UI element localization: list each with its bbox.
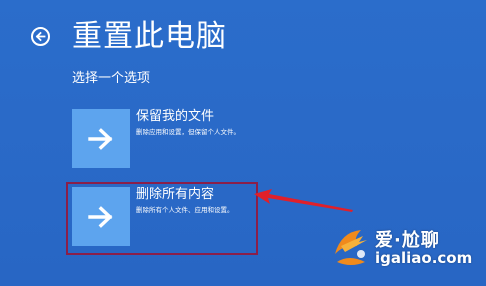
arrow-right-icon bbox=[88, 205, 113, 228]
remove-everything-description: 删除所有个人文件、应用和设置。 bbox=[136, 206, 234, 214]
keep-my-files-option[interactable]: 保留我的文件 删除应用和设置，但保留个人文件。 bbox=[72, 109, 240, 168]
red-pointer-arrow-icon bbox=[254, 189, 353, 212]
remove-everything-tile[interactable] bbox=[72, 187, 130, 246]
remove-everything-title: 删除所有内容 bbox=[136, 187, 215, 202]
remove-everything-option[interactable]: 删除所有内容 删除所有个人文件、应用和设置。 bbox=[72, 187, 234, 246]
watermark: 爱·尬聊 igaliao.com bbox=[331, 224, 481, 272]
choose-option-prompt: 选择一个选项 bbox=[72, 71, 151, 86]
page-title: 重置此电脑 bbox=[72, 19, 227, 54]
keep-my-files-title: 保留我的文件 bbox=[136, 109, 215, 124]
back-arrow-icon bbox=[35, 31, 46, 42]
watermark-domain: igaliao.com bbox=[375, 249, 473, 267]
arrow-right-icon bbox=[88, 127, 113, 150]
back-button[interactable] bbox=[31, 27, 50, 46]
keep-my-files-description: 删除应用和设置，但保留个人文件。 bbox=[136, 128, 240, 136]
watermark-logo-icon bbox=[335, 230, 367, 265]
keep-my-files-tile[interactable] bbox=[72, 109, 130, 168]
